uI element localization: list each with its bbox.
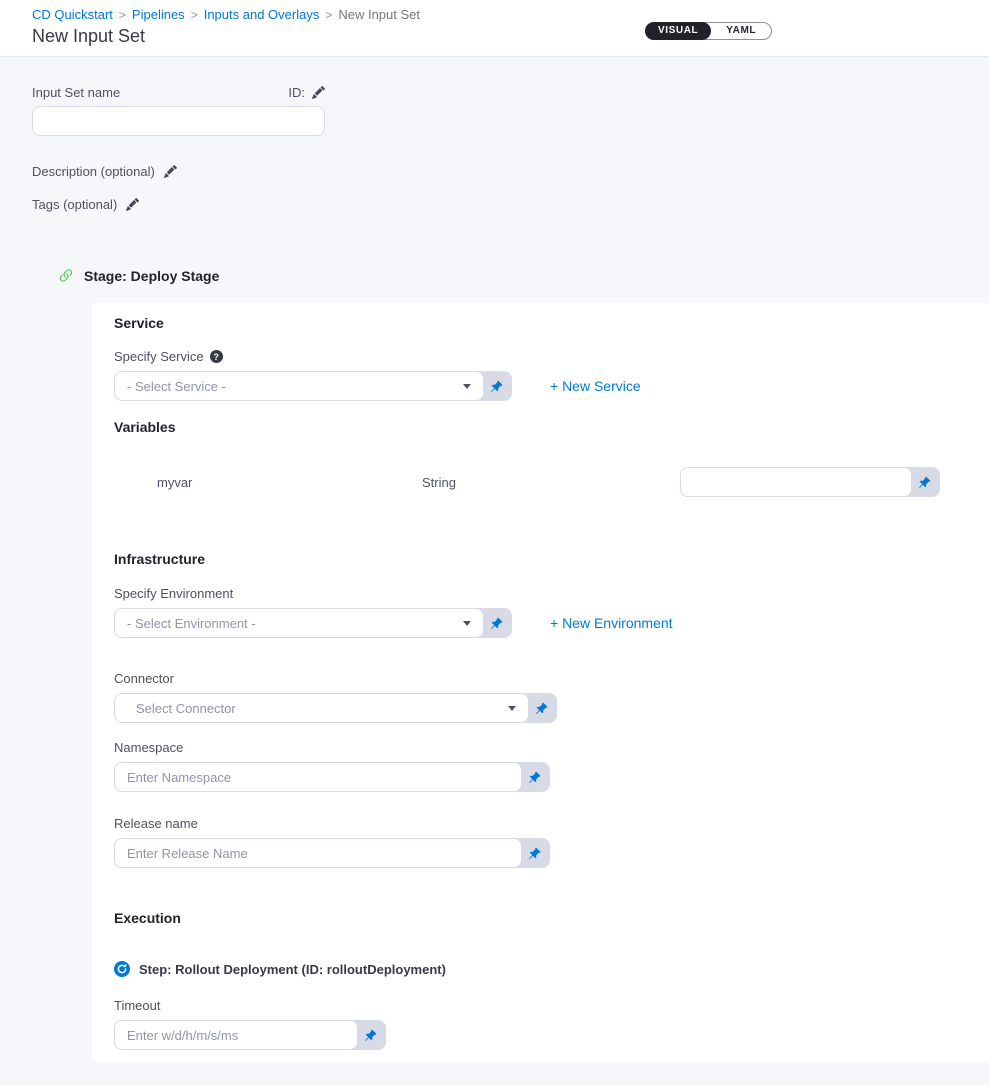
infrastructure-heading: Infrastructure (114, 551, 982, 568)
edit-description-pencil-icon[interactable] (164, 165, 177, 178)
pushpin-icon (535, 702, 548, 715)
pushpin-icon (490, 617, 503, 630)
release-name-label: Release name (114, 816, 198, 831)
edit-tags-pencil-icon[interactable] (126, 198, 139, 211)
rollout-circular-arrow-icon (114, 961, 130, 977)
breadcrumb-separator: > (191, 8, 198, 22)
variable-type: String (422, 475, 680, 490)
pushpin-icon (528, 771, 541, 784)
toggle-visual[interactable]: VISUAL (645, 22, 711, 40)
release-name-field[interactable] (114, 838, 522, 868)
service-select[interactable]: - Select Service - (114, 371, 484, 401)
variable-name: myvar (157, 475, 422, 490)
edit-id-pencil-icon[interactable] (312, 86, 325, 99)
service-select-placeholder: - Select Service - (127, 379, 226, 394)
connector-label: Connector (114, 671, 174, 686)
stage-header: Stage: Deploy Stage (57, 267, 989, 285)
pushpin-icon (918, 476, 931, 489)
pushpin-icon (364, 1029, 377, 1042)
description-label: Description (optional) (32, 164, 155, 179)
visual-yaml-toggle[interactable]: VISUAL YAML (645, 22, 772, 40)
breadcrumb-separator: > (325, 8, 332, 22)
id-label: ID: (288, 85, 305, 100)
chain-link-icon (57, 267, 75, 285)
caret-down-icon (463, 384, 471, 389)
namespace-label: Namespace (114, 740, 183, 755)
name-label-row: Input Set name ID: (32, 84, 325, 100)
variables-heading: Variables (114, 419, 982, 436)
service-heading: Service (114, 315, 982, 332)
question-help-icon[interactable]: ? (210, 350, 223, 363)
specify-environment-label: Specify Environment (114, 586, 233, 601)
namespace-field[interactable] (114, 762, 522, 792)
breadcrumb: CD Quickstart > Pipelines > Inputs and O… (32, 7, 957, 22)
input-set-name-label: Input Set name (32, 85, 120, 100)
breadcrumb-current-page: New Input Set (338, 7, 420, 22)
stage-title: Stage: Deploy Stage (84, 268, 219, 284)
breadcrumb-inputs-and-overlays[interactable]: Inputs and Overlays (204, 7, 320, 22)
variable-row: myvar String (114, 467, 982, 497)
variable-value-field[interactable] (680, 467, 912, 497)
stage-card: Service Specify Service ? - Select Servi… (92, 303, 989, 1062)
page-title: New Input Set (32, 26, 957, 47)
caret-down-icon (463, 621, 471, 626)
environment-select-placeholder: - Select Environment - (127, 616, 256, 631)
new-service-link[interactable]: + New Service (550, 378, 641, 394)
caret-down-icon (508, 706, 516, 711)
step-header: Step: Rollout Deployment (ID: rolloutDep… (114, 961, 982, 977)
new-environment-link[interactable]: + New Environment (550, 615, 673, 631)
breadcrumb-pipelines[interactable]: Pipelines (132, 7, 185, 22)
breadcrumb-cd-quickstart[interactable]: CD Quickstart (32, 7, 113, 22)
environment-select[interactable]: - Select Environment - (114, 608, 484, 638)
execution-heading: Execution (114, 910, 982, 927)
timeout-label: Timeout (114, 998, 160, 1013)
step-title: Step: Rollout Deployment (ID: rolloutDep… (139, 962, 446, 977)
input-set-form: Input Set name ID: Description (optional… (0, 57, 989, 1062)
pushpin-icon (528, 847, 541, 860)
timeout-field[interactable] (114, 1020, 358, 1050)
connector-select-placeholder: Select Connector (136, 701, 236, 716)
toggle-yaml[interactable]: YAML (711, 22, 771, 40)
tags-label: Tags (optional) (32, 197, 117, 212)
breadcrumb-separator: > (119, 8, 126, 22)
input-set-name-field[interactable] (32, 106, 325, 136)
specify-service-label: Specify Service (114, 349, 204, 364)
connector-select[interactable]: Select Connector (114, 693, 529, 723)
pushpin-icon (490, 380, 503, 393)
page-header: CD Quickstart > Pipelines > Inputs and O… (0, 0, 989, 57)
